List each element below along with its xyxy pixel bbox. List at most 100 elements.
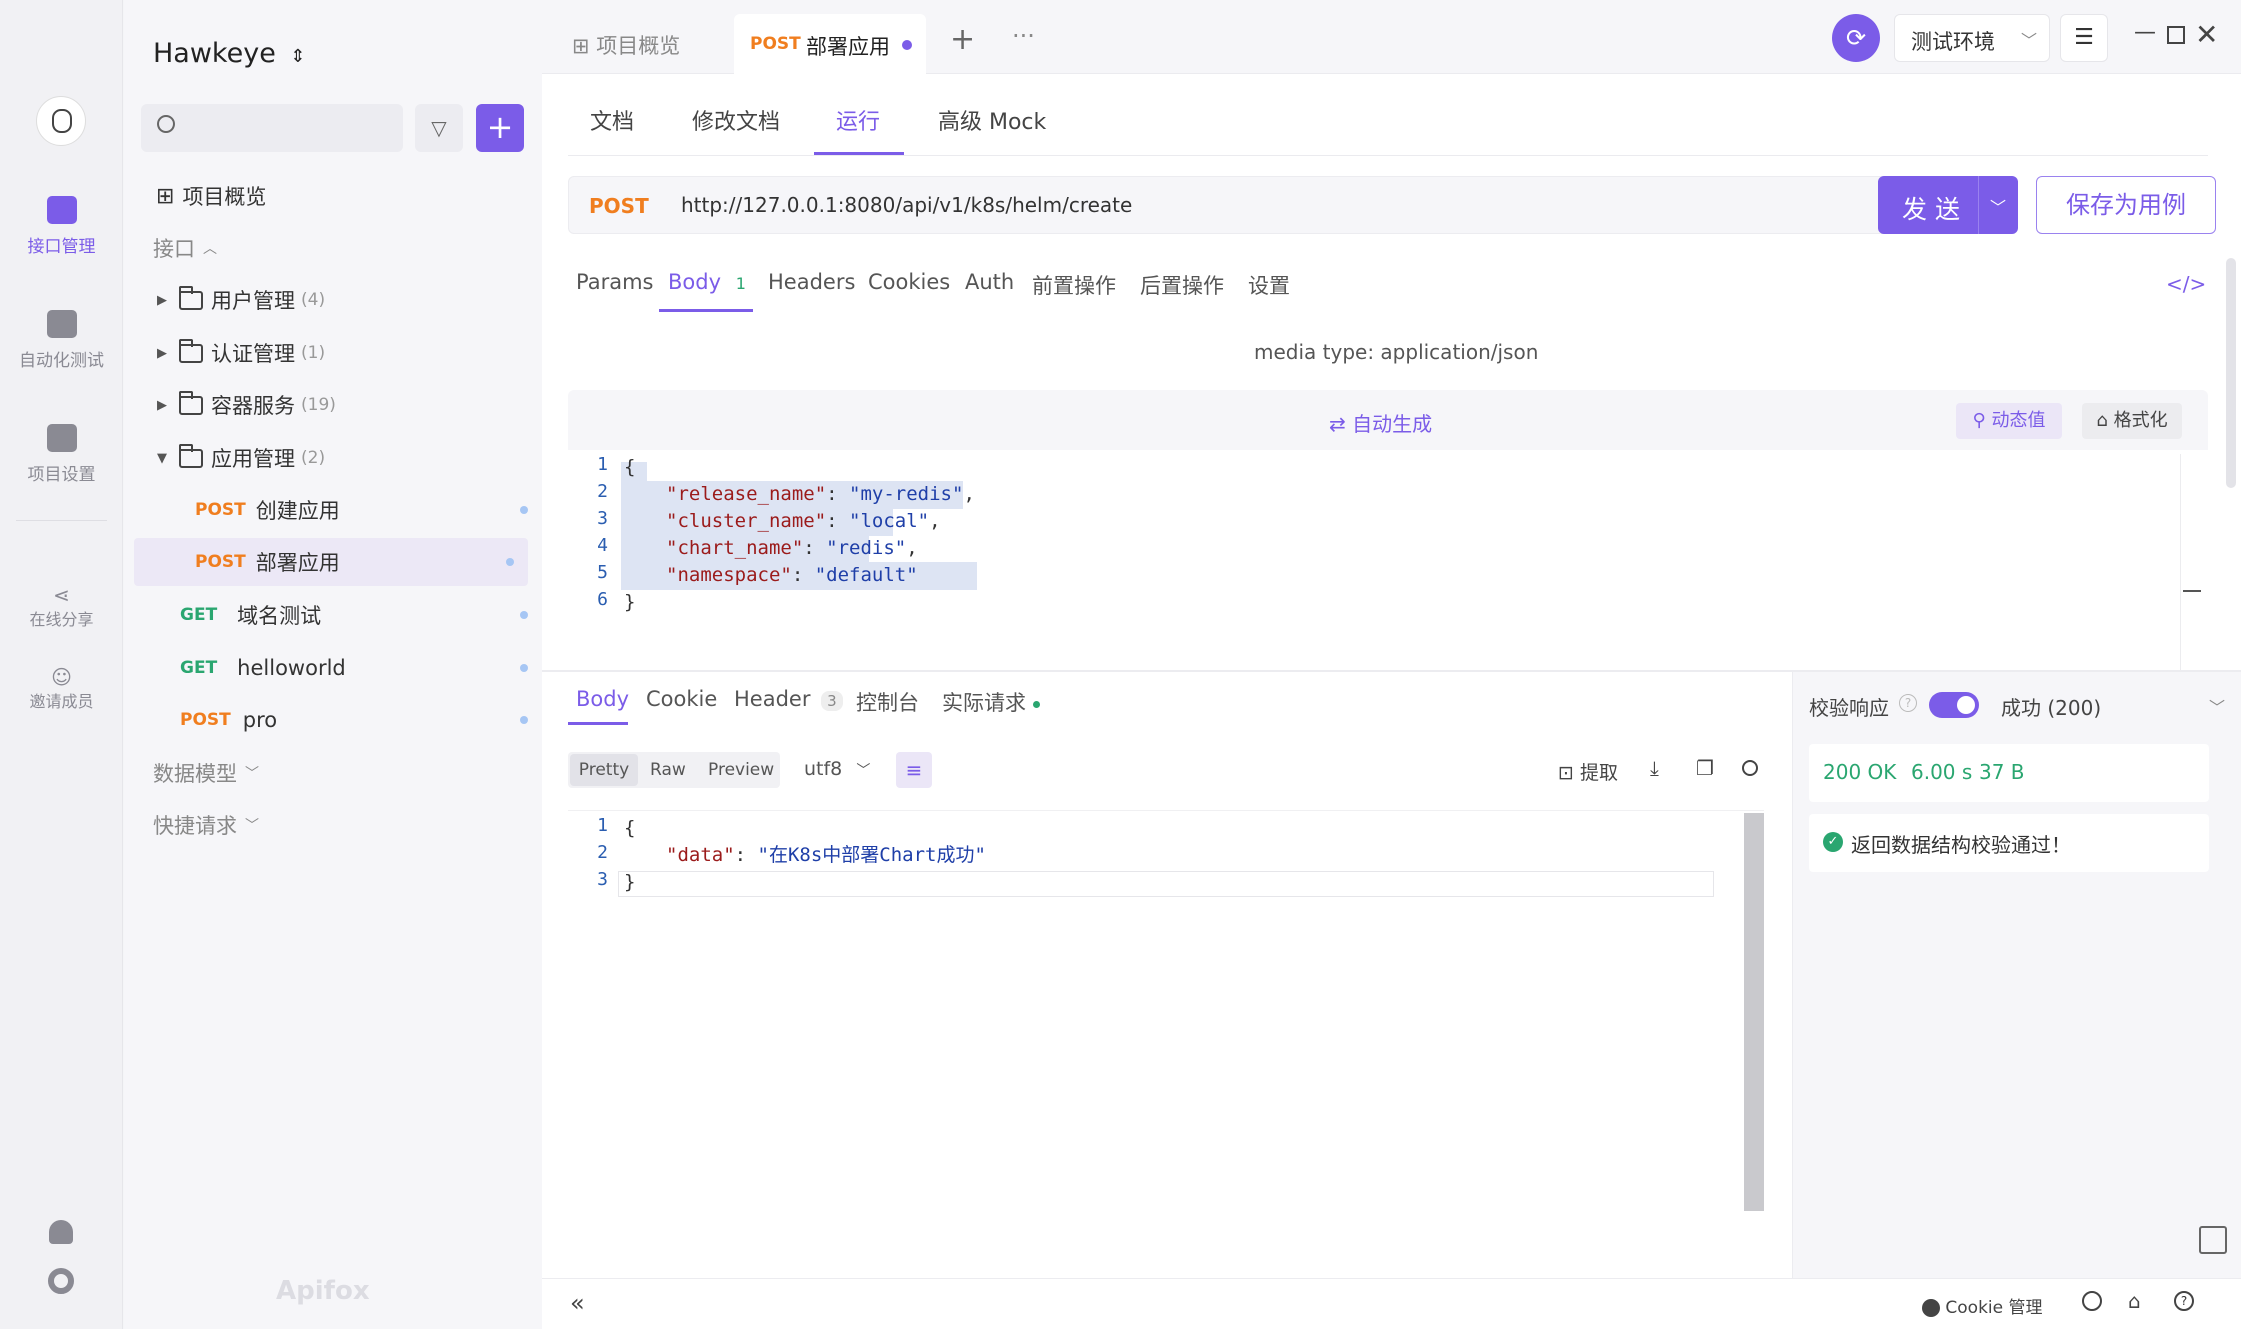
response-editor[interactable]: 1 { 2 "data": "在K8s中部署Chart成功" 3 } (568, 810, 1764, 1260)
environment-select[interactable]: 测试环境 ﹀ (1894, 14, 2050, 62)
add-button[interactable]: + (476, 104, 524, 152)
code-line: { (624, 456, 636, 478)
section-api[interactable]: 接口 ︿ (124, 224, 542, 272)
rail-automation-test[interactable]: 自动化测试 (0, 310, 123, 371)
folder-auth-management[interactable]: ▶ 认证管理 (1) (124, 329, 542, 377)
close-window-button[interactable]: ✕ (2195, 18, 2218, 51)
validation-panel: 校验响应 ? 成功 (200) ﹀ 200 OK 6.00 s 37 B ✓ 返… (1792, 672, 2241, 1278)
cookie-management-button[interactable]: Cookie 管理 (1922, 1293, 2043, 1318)
caret-right-icon: ▶ (157, 397, 167, 413)
endpoint-helloworld[interactable]: GET helloworld (124, 644, 542, 692)
send-button[interactable]: 发 送 ﹀ (1878, 176, 2018, 234)
endpoint-label: 创建应用 (255, 499, 340, 523)
subtab-advanced-mock[interactable]: 高级 Mock (938, 104, 1046, 136)
avatar[interactable] (36, 96, 86, 146)
subtab-run[interactable]: 运行 (836, 104, 880, 136)
encoding-select[interactable]: utf8 ﹀ (804, 758, 870, 780)
rail-label: 在线分享 (29, 610, 94, 629)
format-button[interactable]: ⌂ 格式化 (2082, 403, 2182, 439)
hamburger-icon: ☰ (2074, 25, 2094, 50)
folder-app-management[interactable]: ▼ 应用管理 (2) (124, 434, 542, 482)
project-settings-icon (46, 424, 77, 452)
section-quick-requests[interactable]: 快捷请求 ﹀ (124, 801, 542, 849)
req-tab-cookies[interactable]: Cookies (868, 270, 950, 294)
url-bar[interactable]: POST http://127.0.0.1:8080/api/v1/k8s/he… (568, 176, 1888, 234)
copy-icon[interactable]: ❐ (1696, 756, 1714, 780)
search-input[interactable] (141, 104, 403, 152)
view-preview[interactable]: Preview (708, 760, 774, 780)
layout-toggle-icon[interactable] (2199, 1226, 2227, 1254)
folder-container-service[interactable]: ▶ 容器服务 (19) (124, 381, 542, 429)
download-icon[interactable]: ⤓ (1650, 756, 1659, 780)
wrap-toggle[interactable]: ≡ (896, 752, 932, 788)
tab-overview[interactable]: ⊞ 项目概览 (572, 30, 680, 60)
url-input[interactable]: http://127.0.0.1:8080/api/v1/k8s/helm/cr… (681, 193, 1132, 217)
req-tab-auth[interactable]: Auth (965, 270, 1014, 294)
res-tab-cookie[interactable]: Cookie (646, 687, 717, 711)
rail-project-settings[interactable]: 项目设置 (0, 424, 123, 485)
rail-invite[interactable]: ☺ 邀请成员 (0, 666, 123, 712)
chevron-down-icon[interactable]: ﹀ (1990, 194, 2006, 218)
line-number: 1 (597, 815, 608, 836)
body-editor[interactable]: 1 { 2 "release_name": "my-redis", 3 "clu… (568, 450, 2208, 670)
code-view-icon[interactable]: </> (2166, 272, 2206, 296)
upload-icon[interactable] (2082, 1291, 2102, 1311)
validate-toggle[interactable] (1929, 692, 1979, 718)
folder-user-management[interactable]: ▶ 用户管理 (4) (124, 276, 542, 324)
filter-button[interactable]: ▽ (415, 104, 463, 152)
help-icon[interactable]: ? (2174, 1291, 2194, 1311)
bell-icon[interactable] (49, 1220, 73, 1244)
res-tab-actual-request[interactable]: 实际请求 (942, 687, 1040, 717)
maximize-button[interactable] (2167, 26, 2185, 44)
project-name: Hawkeye (153, 38, 276, 69)
rail-share[interactable]: ⋖ 在线分享 (0, 584, 123, 630)
view-raw[interactable]: Raw (650, 760, 686, 780)
res-tab-console[interactable]: 控制台 (856, 687, 919, 717)
status-dot (520, 611, 528, 619)
more-tabs-icon[interactable]: ··· (1012, 22, 1035, 50)
endpoint-pro[interactable]: POST pro (124, 696, 542, 744)
req-tab-pre-ops[interactable]: 前置操作 (1032, 270, 1116, 300)
menu-button[interactable]: ☰ (2060, 14, 2108, 62)
endpoint-create-app[interactable]: POST 创建应用 (124, 486, 542, 534)
req-tab-body[interactable]: Body 1 (668, 270, 746, 294)
method-select[interactable]: POST (589, 194, 649, 218)
endpoint-domain-test[interactable]: GET 域名测试 (124, 591, 542, 639)
new-tab-button[interactable]: + (950, 22, 975, 57)
tab-deploy-app[interactable]: POST 部署应用 (734, 14, 926, 75)
endpoint-deploy-app[interactable]: POST 部署应用 (134, 538, 528, 586)
req-tab-settings[interactable]: 设置 (1248, 270, 1290, 300)
auto-generate-button[interactable]: ⇄ 自动生成 (1329, 408, 1432, 437)
subtab-divider (568, 155, 2208, 156)
tab-label: Header (734, 687, 811, 711)
dynamic-value-button[interactable]: ⚲ 动态值 (1956, 403, 2062, 439)
rail-api-management[interactable]: 接口管理 (0, 196, 123, 257)
code-line: "data": "在K8s中部署Chart成功" (666, 844, 986, 866)
res-tab-header[interactable]: Header 3 (734, 687, 843, 711)
subtab-doc[interactable]: 文档 (590, 104, 634, 136)
sync-button[interactable]: ⟳ (1832, 14, 1880, 62)
shirt-icon[interactable]: ⌂ (2128, 1289, 2141, 1313)
res-tab-body[interactable]: Body (576, 687, 629, 711)
project-switcher[interactable]: Hawkeye ⇕ (153, 38, 306, 69)
collapse-sidebar-icon[interactable]: « (570, 1289, 585, 1317)
view-pretty[interactable]: Pretty (570, 754, 638, 786)
success-select[interactable]: 成功 (200) ﹀ (2001, 692, 2237, 721)
section-data-models[interactable]: 数据模型 ﹀ (124, 749, 542, 797)
extract-button[interactable]: ⊡ 提取 (1558, 758, 1618, 785)
folder-label: 应用管理 (211, 447, 295, 471)
search-icon[interactable] (1742, 760, 1758, 776)
view-mode-segment[interactable]: Pretty Raw Preview (568, 752, 780, 788)
gear-icon[interactable] (48, 1268, 74, 1294)
minimap[interactable] (2180, 454, 2201, 670)
endpoint-label: 部署应用 (255, 551, 340, 575)
main-scrollbar[interactable] (2226, 258, 2236, 488)
overview-item[interactable]: ⊞ 项目概览 (124, 172, 542, 220)
response-scrollbar[interactable] (1744, 813, 1764, 1211)
save-as-case-button[interactable]: 保存为用例 (2036, 176, 2216, 234)
req-tab-post-ops[interactable]: 后置操作 (1140, 270, 1224, 300)
minimize-button[interactable]: — (2134, 20, 2156, 45)
req-tab-params[interactable]: Params (576, 270, 654, 294)
subtab-edit-doc[interactable]: 修改文档 (692, 104, 780, 136)
req-tab-headers[interactable]: Headers (768, 270, 855, 294)
